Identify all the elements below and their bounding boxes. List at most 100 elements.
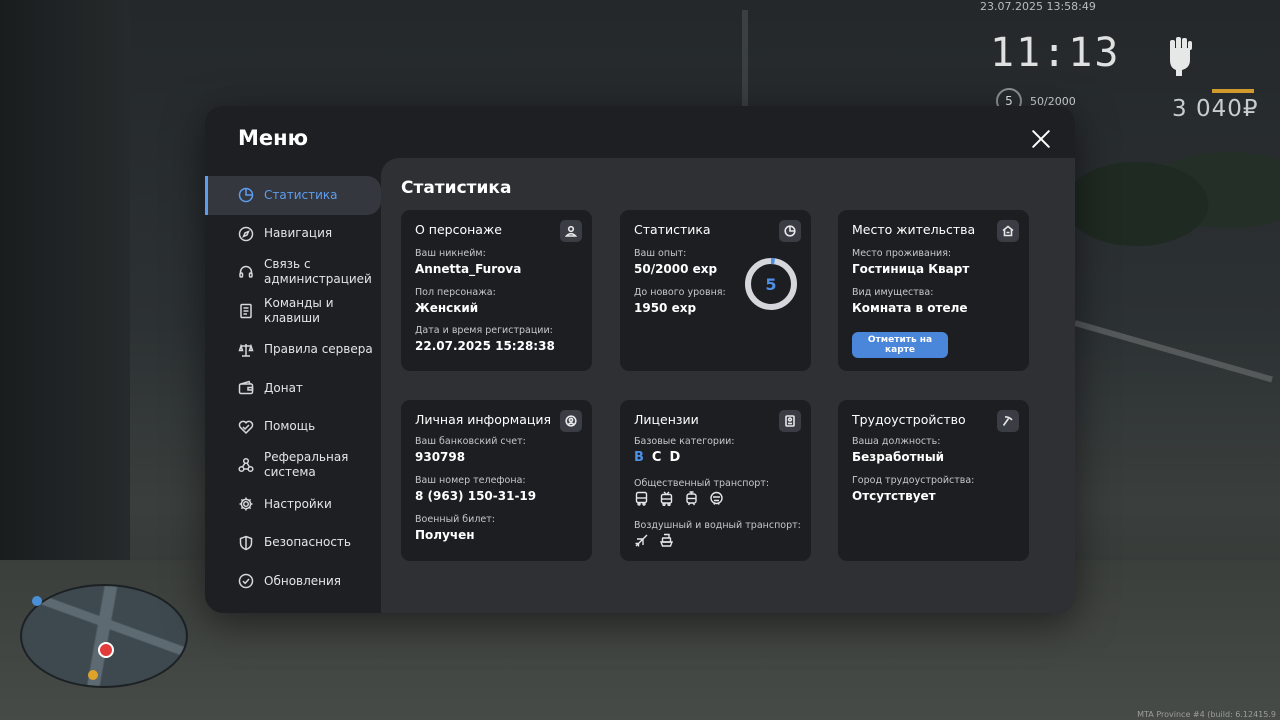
- card-character: О персонаже Ваш никнейм: Annetta_Furova …: [401, 210, 592, 371]
- sidebar-item-help[interactable]: Помощь: [205, 408, 381, 447]
- wallet-icon: [238, 380, 254, 396]
- map-marker-icon: [88, 670, 98, 680]
- sidebar-item-settings[interactable]: Настройки: [205, 485, 381, 524]
- build-info: MTA Province #4 (build: 6.12415.9: [1137, 710, 1276, 719]
- pickaxe-icon: [997, 410, 1019, 432]
- sidebar-item-label: Помощь: [264, 419, 316, 434]
- license-categories: B C D: [634, 450, 680, 465]
- heart-handshake-icon: [238, 419, 254, 435]
- house-icon: [997, 220, 1019, 242]
- position-value: Безработный: [852, 450, 945, 464]
- public-transport-label: Общественный транспорт:: [634, 478, 770, 489]
- shield-icon: [238, 535, 254, 551]
- sidebar-item-label: Правила сервера: [264, 342, 373, 357]
- property-type-label: Вид имущества:: [852, 287, 934, 298]
- sidebar-item-updates[interactable]: Обновления: [205, 562, 381, 601]
- trolleybus-icon: [659, 491, 674, 510]
- gender-value: Женский: [415, 301, 479, 315]
- plane-icon: [634, 533, 649, 552]
- player-marker-icon: [98, 642, 114, 658]
- nickname-label: Ваш никнейм:: [415, 248, 486, 259]
- license-category-d: D: [669, 450, 681, 465]
- license-category-c: C: [651, 450, 662, 465]
- level-number: 5: [765, 274, 777, 294]
- sidebar-item-label: Навигация: [264, 226, 333, 241]
- minimap: [20, 584, 188, 688]
- hud-money-bar: [1212, 89, 1254, 93]
- employment-city-value: Отсутствует: [852, 489, 936, 503]
- employment-city-label: Город трудоустройства:: [852, 475, 975, 486]
- sidebar-item-label: Донат: [264, 380, 303, 395]
- network-icon: [238, 457, 254, 473]
- sidebar-item-referral[interactable]: Реферальная система: [205, 446, 381, 485]
- sidebar-item-donate[interactable]: Донат: [205, 369, 381, 408]
- user-circle-icon: [560, 410, 582, 432]
- base-categories-label: Базовые категории:: [634, 436, 735, 447]
- exp-value: 50/2000 exp: [634, 262, 718, 276]
- registration-value: 22.07.2025 15:28:38: [415, 339, 555, 353]
- page-title: Статистика: [401, 178, 512, 198]
- bus-icon: [634, 491, 649, 510]
- card-title: О персонаже: [415, 222, 502, 237]
- pie-chart-icon: [779, 220, 801, 242]
- card-personal-info: Личная информация Ваш банковский счет: 9…: [401, 400, 592, 561]
- check-circle-icon: [238, 573, 254, 589]
- bank-account-label: Ваш банковский счет:: [415, 436, 526, 447]
- card-title: Трудоустройство: [852, 412, 966, 427]
- sidebar-item-statistics[interactable]: Статистика: [205, 176, 381, 215]
- sidebar-item-label: Настройки: [264, 496, 332, 511]
- position-label: Ваша должность:: [852, 436, 941, 447]
- residence-place-label: Место проживания:: [852, 248, 952, 259]
- phone-value: 8 (963) 150-31-19: [415, 489, 537, 503]
- menu-title: Меню: [238, 126, 309, 150]
- close-button[interactable]: [1028, 126, 1054, 152]
- license-category-b: B: [634, 450, 644, 465]
- compass-icon: [238, 226, 254, 242]
- hud-clock: 11:13: [990, 30, 1121, 76]
- mark-on-map-button[interactable]: Отметить на карте: [852, 332, 948, 358]
- phone-label: Ваш номер телефона:: [415, 475, 526, 486]
- hud-money: 3 040₽: [1172, 96, 1259, 122]
- hud-datetime: 23.07.2025 13:58:49: [980, 0, 1096, 13]
- residence-place-value: Гостиница Кварт: [852, 262, 970, 276]
- public-transport-icons: [634, 491, 724, 510]
- scales-icon: [238, 342, 254, 358]
- menu-window: Меню Статистика Навигация Связь с админи…: [205, 106, 1075, 613]
- air-water-transport-label: Воздушный и водный транспорт:: [634, 520, 801, 531]
- air-water-transport-icons: [634, 533, 674, 552]
- user-icon: [560, 220, 582, 242]
- headset-icon: [238, 264, 254, 280]
- background-lamp-pole: [742, 10, 748, 106]
- ship-icon: [659, 533, 674, 552]
- card-employment: Трудоустройство Ваша должность: Безработ…: [838, 400, 1029, 561]
- sidebar-item-label: Безопасность: [264, 535, 351, 550]
- id-card-icon: [779, 410, 801, 432]
- sidebar-item-navigation[interactable]: Навигация: [205, 215, 381, 254]
- card-title: Статистика: [634, 222, 711, 237]
- pie-chart-icon: [238, 187, 254, 203]
- card-title: Место жительства: [852, 222, 976, 237]
- sidebar-item-rules[interactable]: Правила сервера: [205, 330, 381, 369]
- gender-label: Пол персонажа:: [415, 287, 496, 298]
- metro-icon: [709, 491, 724, 510]
- nickname-value: Annetta_Furova: [415, 262, 522, 276]
- sidebar: Статистика Навигация Связь с администрац…: [205, 176, 381, 601]
- sidebar-item-security[interactable]: Безопасность: [205, 523, 381, 562]
- card-title: Лицензии: [634, 412, 699, 427]
- card-residence: Место жительства Место проживания: Гости…: [838, 210, 1029, 371]
- military-id-value: Получен: [415, 528, 475, 542]
- next-level-label: До нового уровня:: [634, 287, 726, 298]
- sidebar-item-contact-admin[interactable]: Связь с администрацией: [205, 253, 381, 292]
- registration-label: Дата и время регистрации:: [415, 325, 553, 336]
- north-indicator-icon: [32, 596, 42, 606]
- bank-account-value: 930798: [415, 450, 466, 464]
- background-railing: [1074, 320, 1273, 383]
- card-title: Личная информация: [415, 412, 552, 427]
- sidebar-item-label: Статистика: [264, 187, 338, 202]
- exp-label: Ваш опыт:: [634, 248, 687, 259]
- fist-icon: [1164, 34, 1196, 76]
- card-statistics: Статистика Ваш опыт: 50/2000 exp До ново…: [620, 210, 811, 371]
- sidebar-item-commands[interactable]: Команды и клавиши: [205, 292, 381, 331]
- gear-icon: [238, 496, 254, 512]
- sidebar-item-label: Реферальная система: [264, 450, 349, 480]
